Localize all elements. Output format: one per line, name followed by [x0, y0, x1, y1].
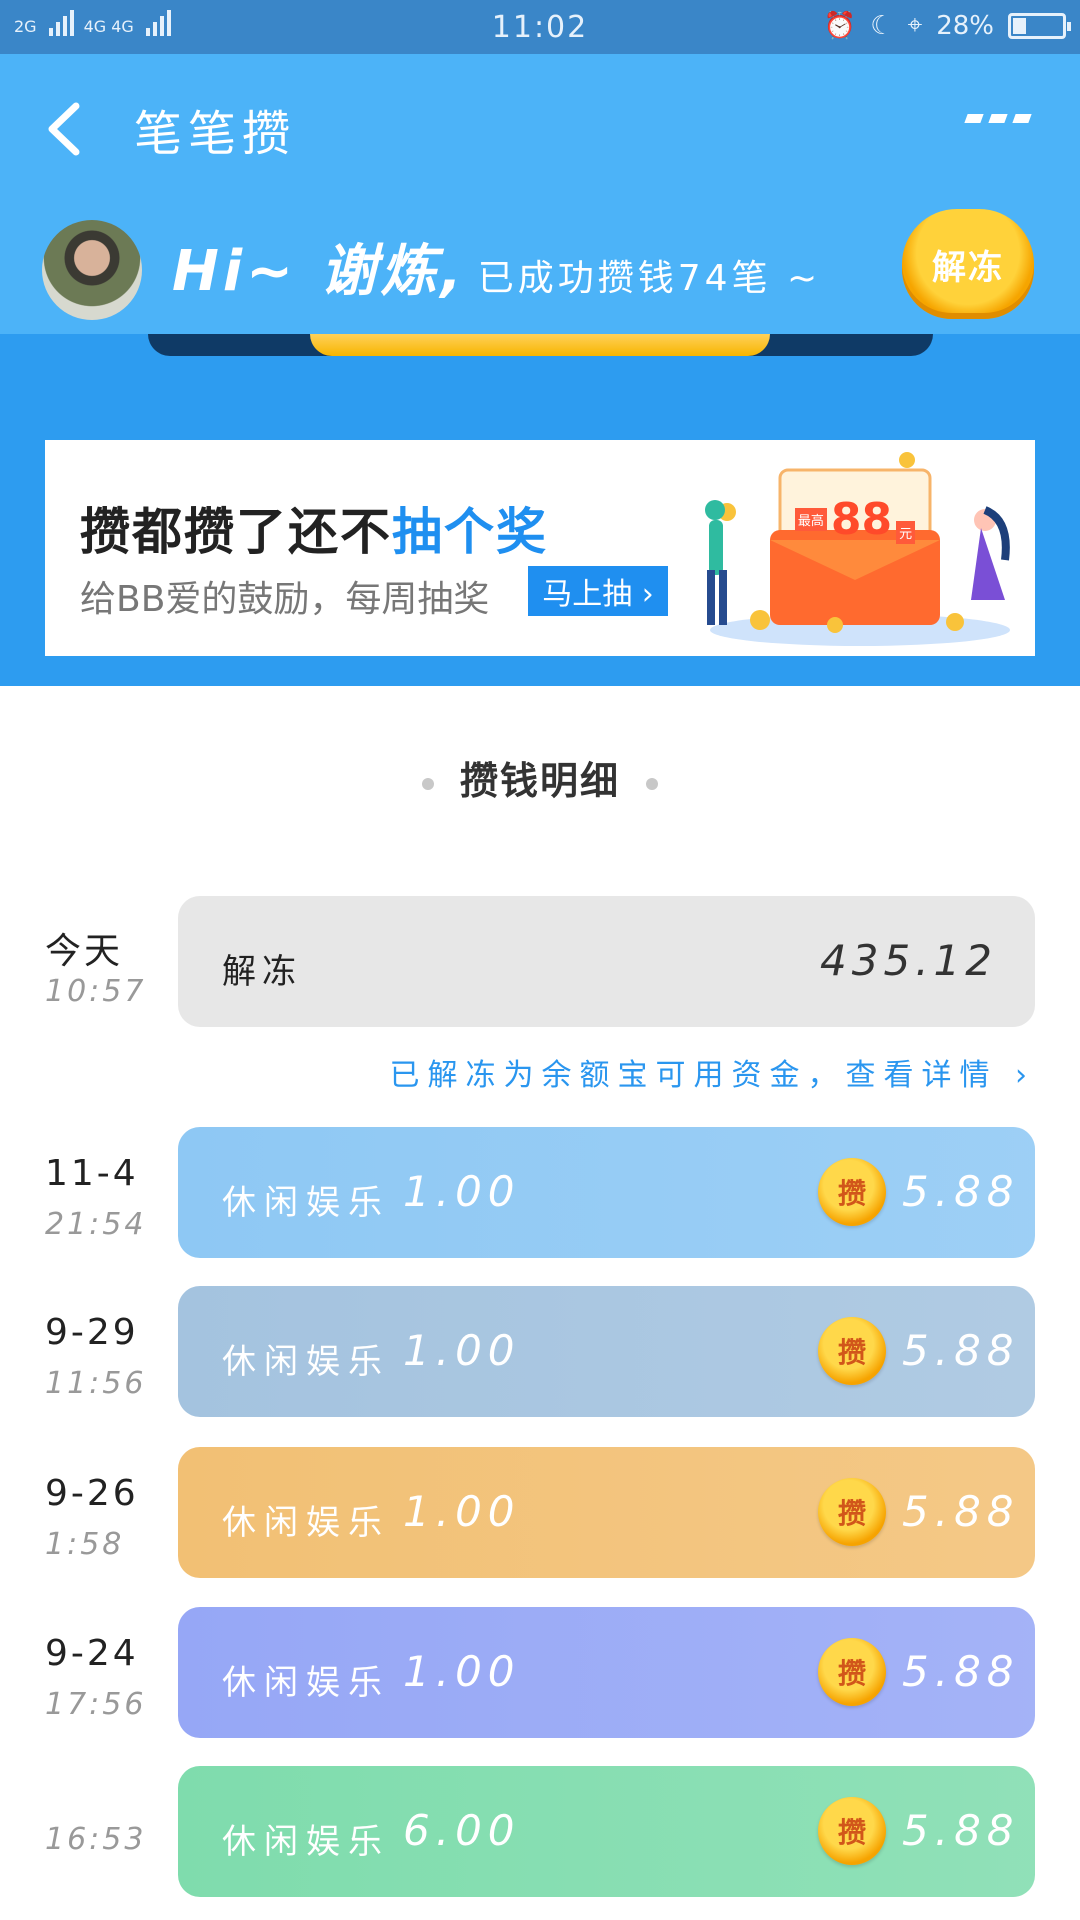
record-category: 休闲娱乐 — [222, 1183, 390, 1223]
save-coin-icon: 攒 — [818, 1797, 886, 1865]
title-dot-right — [646, 777, 658, 790]
record-amount: 435.12 — [820, 936, 997, 985]
greeting-name: Hi~ 谢炼, — [172, 239, 466, 304]
section-title: 攒钱明细 — [0, 750, 1080, 805]
record-amount: 1.00 — [403, 1167, 521, 1216]
banner-title-plain: 攒都攒了还不 — [80, 503, 392, 561]
record-date: 9-26 — [45, 1473, 139, 1514]
back-arrow-icon[interactable] — [40, 94, 90, 164]
record-time: 1:58 — [45, 1527, 125, 1562]
battery-icon — [1008, 12, 1071, 39]
save-coin-icon: 攒 — [818, 1638, 886, 1706]
record-reward: 5.88 — [902, 1326, 1020, 1375]
record-date: 9-29 — [45, 1312, 139, 1353]
lottery-banner[interactable]: 攒都攒了还不抽个奖 给BB爱的鼓励，每周抽奖 马上抽 › 最高 88 元 — [45, 440, 1035, 656]
record-amount: 6.00 — [403, 1806, 521, 1855]
banner-title: 攒都攒了还不抽个奖 — [80, 492, 548, 564]
record-category: 休闲娱乐 — [222, 1822, 390, 1862]
saving-record-card[interactable]: 休闲娱乐 1.00 攒 5.88 — [178, 1127, 1035, 1258]
banner-title-highlight: 抽个奖 — [392, 503, 548, 561]
record-category: 休闲娱乐 — [222, 1663, 390, 1703]
saving-record-card[interactable]: 休闲娱乐 1.00 攒 5.88 — [178, 1447, 1035, 1578]
view-details-link[interactable]: 已解冻为余额宝可用资金，查看详情 › — [389, 1050, 1035, 1094]
record-amount: 1.00 — [403, 1647, 521, 1696]
saving-record-card[interactable]: 休闲娱乐 1.00 攒 5.88 — [178, 1607, 1035, 1738]
battery-fill — [1013, 17, 1027, 34]
header: 笔笔攒 Hi~ 谢炼, 已成功攒钱74笔 ~ 解冻 — [0, 54, 1080, 334]
unfreeze-button[interactable]: 解冻 — [902, 209, 1034, 319]
record-category: 休闲娱乐 — [222, 1342, 390, 1382]
record-date: 11-4 — [45, 1153, 139, 1194]
status-bar: 2G 4G 4G 11:02 ⏰ ☾ ⌖ 28% — [0, 0, 1080, 54]
record-label: 解冻 — [222, 952, 302, 992]
saving-record-card[interactable]: 休闲娱乐 6.00 攒 5.88 — [178, 1766, 1035, 1897]
page-title: 笔笔攒 — [134, 106, 297, 162]
battery-percent: 28% — [936, 10, 994, 41]
moon-icon: ☾ — [870, 10, 894, 41]
more-menu-icon[interactable] — [964, 114, 1032, 123]
record-reward: 5.88 — [902, 1647, 1020, 1696]
greeting: Hi~ 谢炼, 已成功攒钱74笔 ~ — [172, 226, 821, 307]
record-time: 16:53 — [45, 1822, 147, 1857]
record-amount: 1.00 — [403, 1487, 521, 1536]
record-reward: 5.88 — [902, 1167, 1020, 1216]
unfreeze-record-card[interactable]: 解冻 435.12 — [178, 896, 1035, 1027]
record-reward: 5.88 — [902, 1806, 1020, 1855]
record-category: 休闲娱乐 — [222, 1503, 390, 1543]
record-time: 21:54 — [45, 1207, 147, 1242]
record-date: 今天 — [45, 931, 124, 972]
record-amount: 1.00 — [403, 1326, 521, 1375]
greeting-count: 已成功攒钱74笔 ~ — [477, 258, 822, 299]
record-time: 10:57 — [45, 974, 147, 1009]
banner-subtitle: 给BB爱的鼓励，每周抽奖 — [80, 579, 490, 620]
saving-record-card[interactable]: 休闲娱乐 1.00 攒 5.88 — [178, 1286, 1035, 1417]
record-reward: 5.88 — [902, 1487, 1020, 1536]
save-coin-icon: 攒 — [818, 1478, 886, 1546]
location-icon: ⌖ — [907, 10, 923, 40]
record-time: 11:56 — [45, 1366, 147, 1401]
record-date: 9-24 — [45, 1633, 139, 1674]
prize-unit: 元 — [896, 521, 916, 544]
prize-value: 88 — [830, 493, 893, 545]
section-title-text: 攒钱明细 — [459, 759, 620, 803]
save-coin-icon: 攒 — [818, 1158, 886, 1226]
prize-label: 最高 88 元 — [785, 484, 925, 554]
alarm-icon: ⏰ — [823, 10, 857, 41]
title-dot-left — [421, 777, 434, 790]
draw-now-button[interactable]: 马上抽 › — [528, 566, 668, 616]
avatar[interactable] — [42, 220, 142, 320]
prize-small-label: 最高 — [794, 507, 827, 531]
decorative-gold-strip — [310, 334, 770, 356]
record-time: 17:56 — [45, 1687, 147, 1722]
save-coin-icon: 攒 — [818, 1317, 886, 1385]
